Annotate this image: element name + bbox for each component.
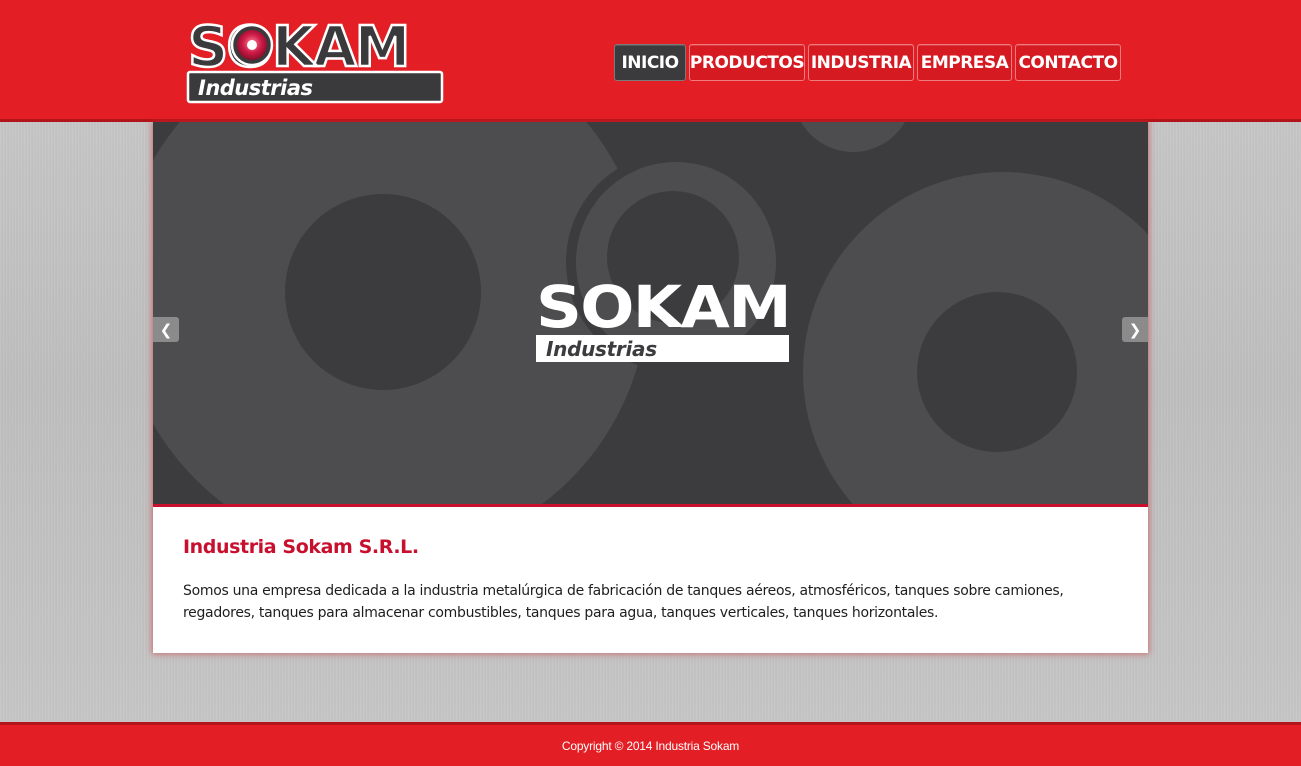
site-footer: Copyright © 2014 Industria Sokam	[0, 722, 1301, 766]
chevron-left-icon[interactable]: ❮	[153, 317, 179, 342]
logo-subtitle: Industrias	[198, 76, 313, 100]
slide-logo-subtitle: Industrias	[546, 337, 657, 361]
site-header: SOKAM Industrias INICIO PRODUCTOS INDUST…	[0, 0, 1301, 122]
slide-image: SOKAM Industrias	[153, 122, 1148, 504]
sokam-logo-icon: SOKAM Industrias	[186, 14, 444, 104]
nav-item-empresa[interactable]: EMPRESA	[917, 44, 1012, 81]
image-slider: SOKAM Industrias ❮ ❯	[153, 122, 1148, 507]
nav-item-inicio[interactable]: INICIO	[614, 44, 686, 81]
copyright-text: Copyright © 2014 Industria Sokam	[561, 738, 740, 753]
intro-section: Industria Sokam S.R.L. Somos una empresa…	[153, 510, 1148, 653]
nav-item-contacto[interactable]: CONTACTO	[1015, 44, 1121, 81]
logo-wordmark: SOKAM	[188, 15, 408, 80]
nav-item-productos[interactable]: PRODUCTOS	[689, 44, 805, 81]
chevron-right-icon[interactable]: ❯	[1122, 317, 1148, 342]
page-title: Industria Sokam S.R.L.	[183, 536, 419, 558]
site-logo[interactable]: SOKAM Industrias	[186, 14, 444, 104]
main-nav: INICIO PRODUCTOS INDUSTRIA EMPRESA CONTA…	[614, 44, 1121, 81]
company-description: Somos una empresa dedicada a la industri…	[183, 583, 1064, 621]
slide-logo-wordmark: SOKAM	[536, 273, 790, 341]
main-panel: SOKAM Industrias ❮ ❯ Industria Sokam S.R…	[153, 122, 1148, 653]
nav-item-industria[interactable]: INDUSTRIA	[808, 44, 914, 81]
